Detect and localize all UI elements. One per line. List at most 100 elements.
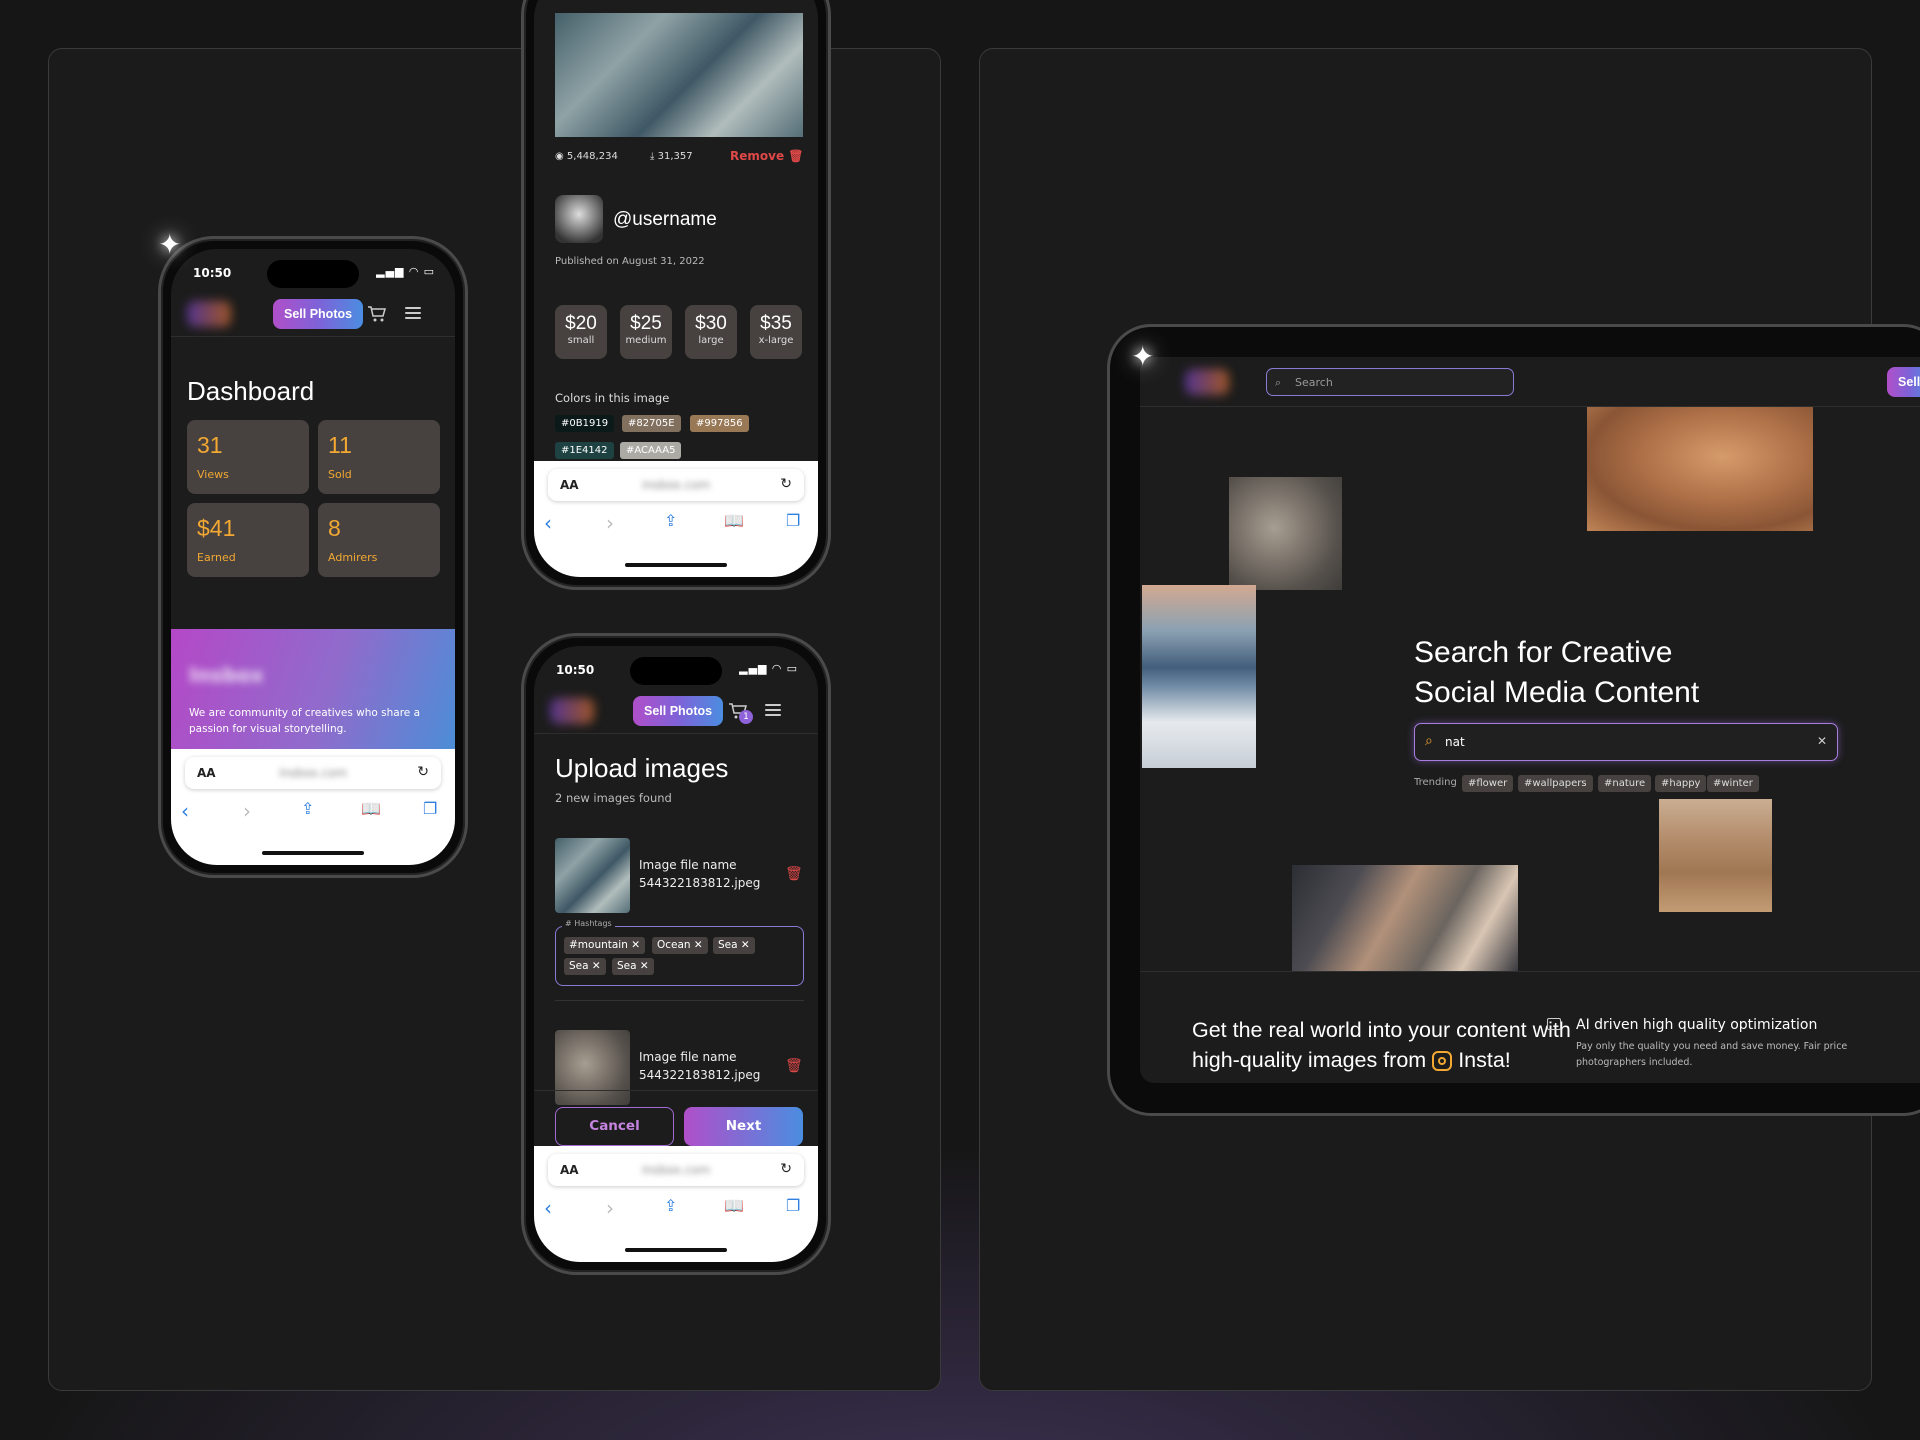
top-nav: ⌕ Search Sell — [1140, 357, 1920, 407]
tag-chip[interactable]: Sea ✕ — [564, 958, 606, 975]
divider — [555, 1000, 804, 1001]
browser-toolbar: AA insbox.com ↻ ‹ › ⇪ 📖 ❐ — [171, 749, 455, 865]
clear-icon[interactable]: ✕ — [1817, 734, 1827, 748]
tag-chip[interactable]: Sea ✕ — [713, 937, 755, 954]
share-icon[interactable]: ⇪ — [301, 799, 314, 818]
hero-search-input[interactable]: ⌕ nat ✕ — [1414, 723, 1838, 761]
menu-icon[interactable] — [405, 307, 421, 319]
trash-icon[interactable]: 🗑 — [785, 866, 803, 882]
trending-tag[interactable]: #nature — [1598, 775, 1652, 792]
sell-photos-button[interactable]: Sell Photos — [633, 696, 724, 726]
sell-photos-button[interactable]: Sell Photos — [273, 299, 364, 329]
page-title: Dashboard — [187, 376, 315, 406]
image-thumbnail — [555, 1030, 630, 1105]
text-size-button[interactable]: AA — [560, 478, 579, 492]
forward-icon[interactable]: › — [606, 1196, 614, 1220]
hashtags-field[interactable]: # Hashtags #mountain ✕ Ocean ✕ Sea ✕ Sea… — [555, 919, 804, 986]
views-count: ◉ 5,448,234 — [555, 151, 618, 162]
stat-sold[interactable]: 11 Sold — [318, 420, 440, 494]
bottom-line: Insta! — [1458, 1048, 1511, 1072]
color-chip[interactable]: #0B1919 — [555, 415, 615, 432]
photo-dune[interactable] — [1587, 407, 1813, 531]
image-thumbnail — [555, 838, 630, 913]
cancel-button[interactable]: Cancel — [555, 1107, 674, 1146]
instagram-icon — [1432, 1051, 1453, 1072]
photo-wheat[interactable] — [1659, 799, 1772, 912]
back-icon[interactable]: ‹ — [181, 799, 189, 823]
url-bar[interactable]: AA insbox.com ↻ — [548, 1154, 804, 1186]
color-chip[interactable]: #1E4142 — [555, 442, 614, 459]
url-bar[interactable]: AA insbox.com ↻ — [185, 757, 441, 789]
price-size: x-large — [758, 335, 794, 346]
search-placeholder: Search — [1295, 376, 1333, 389]
stat-label: Admirers — [328, 551, 378, 564]
text-size-button[interactable]: AA — [560, 1163, 579, 1177]
stat-admirers[interactable]: 8 Admirers — [318, 503, 440, 577]
browser-toolbar: AA insbox.com ↻ ‹ › ⇪ 📖 ❐ — [534, 461, 818, 577]
tag-chip[interactable]: #mountain ✕ — [564, 937, 646, 954]
stat-label: Earned — [197, 551, 236, 564]
avatar[interactable] — [555, 195, 603, 243]
forward-icon[interactable]: › — [243, 799, 251, 823]
trending-tag[interactable]: #winter — [1707, 775, 1759, 792]
color-chip[interactable]: #ACAAA5 — [620, 442, 682, 459]
logo[interactable] — [550, 698, 594, 724]
price-medium[interactable]: $25 medium — [620, 305, 672, 359]
share-icon[interactable]: ⇪ — [664, 1196, 677, 1215]
url-bar[interactable]: AA insbox.com ↻ — [548, 469, 804, 501]
stat-value: 31 — [197, 432, 223, 458]
photo-elephant[interactable] — [1229, 477, 1342, 590]
trending-tag[interactable]: #flower — [1462, 775, 1514, 792]
share-icon[interactable]: ⇪ — [664, 511, 677, 530]
back-icon[interactable]: ‹ — [544, 1196, 552, 1220]
bookmarks-icon[interactable]: 📖 — [724, 1196, 744, 1215]
search-input[interactable]: ⌕ Search — [1266, 368, 1514, 396]
tabs-icon[interactable]: ❐ — [786, 1196, 800, 1215]
username[interactable]: @username — [613, 209, 717, 231]
cart-icon[interactable] — [367, 305, 387, 323]
stat-value: 11 — [328, 432, 352, 458]
remove-button[interactable]: Remove 🗑 — [730, 149, 804, 163]
phone-upload: 10:50 ▂▄▆ ◠ ▭ Sell Photos 1 Upload image… — [521, 633, 831, 1275]
phone-dashboard: 10:50 ▂▄▆ ◠ ▭ Sell Photos Dashboard 31 V… — [158, 236, 468, 878]
bookmarks-icon[interactable]: 📖 — [724, 511, 744, 530]
forward-icon[interactable]: › — [606, 511, 614, 535]
dynamic-island — [267, 260, 359, 288]
back-icon[interactable]: ‹ — [544, 511, 552, 535]
reload-icon[interactable]: ↻ — [780, 476, 792, 492]
file-label: Image file name — [639, 1050, 737, 1064]
trending-tag[interactable]: #wallpapers — [1518, 775, 1593, 792]
color-chip[interactable]: #997856 — [690, 415, 749, 432]
next-button[interactable]: Next — [684, 1107, 803, 1146]
price-x-large[interactable]: $35 x-large — [750, 305, 802, 359]
hero-line: Search for Creative — [1414, 636, 1673, 669]
bookmarks-icon[interactable]: 📖 — [361, 799, 381, 818]
tag-chip[interactable]: Ocean ✕ — [652, 937, 708, 954]
stat-value: $41 — [197, 515, 236, 541]
trash-icon[interactable]: 🗑 — [785, 1058, 803, 1074]
url-text: insbox.com — [641, 478, 711, 492]
phone-photo-details: ◉ 5,448,234 ⤓ 31,357 Remove 🗑 @username … — [521, 0, 831, 590]
sparkle-icon: ✦ — [158, 228, 182, 261]
price-large[interactable]: $30 large — [685, 305, 737, 359]
reload-icon[interactable]: ↻ — [417, 764, 429, 780]
photo-mountains[interactable] — [1292, 865, 1518, 971]
home-indicator — [625, 563, 727, 567]
tabs-icon[interactable]: ❐ — [423, 799, 437, 818]
reload-icon[interactable]: ↻ — [780, 1161, 792, 1177]
sell-photos-button[interactable]: Sell — [1887, 367, 1920, 397]
logo[interactable] — [187, 301, 231, 327]
tabs-icon[interactable]: ❐ — [786, 511, 800, 530]
stat-earned[interactable]: $41 Earned — [187, 503, 309, 577]
price-small[interactable]: $20 small — [555, 305, 607, 359]
color-chip[interactable]: #82705E — [622, 415, 681, 432]
text-size-button[interactable]: AA — [197, 766, 216, 780]
promo-brand: Insbox — [189, 663, 264, 687]
menu-icon[interactable] — [765, 704, 781, 716]
trending-tag[interactable]: #happy — [1655, 775, 1707, 792]
photo-snow-mountain[interactable] — [1142, 585, 1256, 768]
bottom-headline: Get the real world into your content wit… — [1192, 1015, 1571, 1075]
tag-chip[interactable]: Sea ✕ — [612, 958, 654, 975]
logo[interactable] — [1185, 369, 1229, 395]
stat-views[interactable]: 31 Views — [187, 420, 309, 494]
